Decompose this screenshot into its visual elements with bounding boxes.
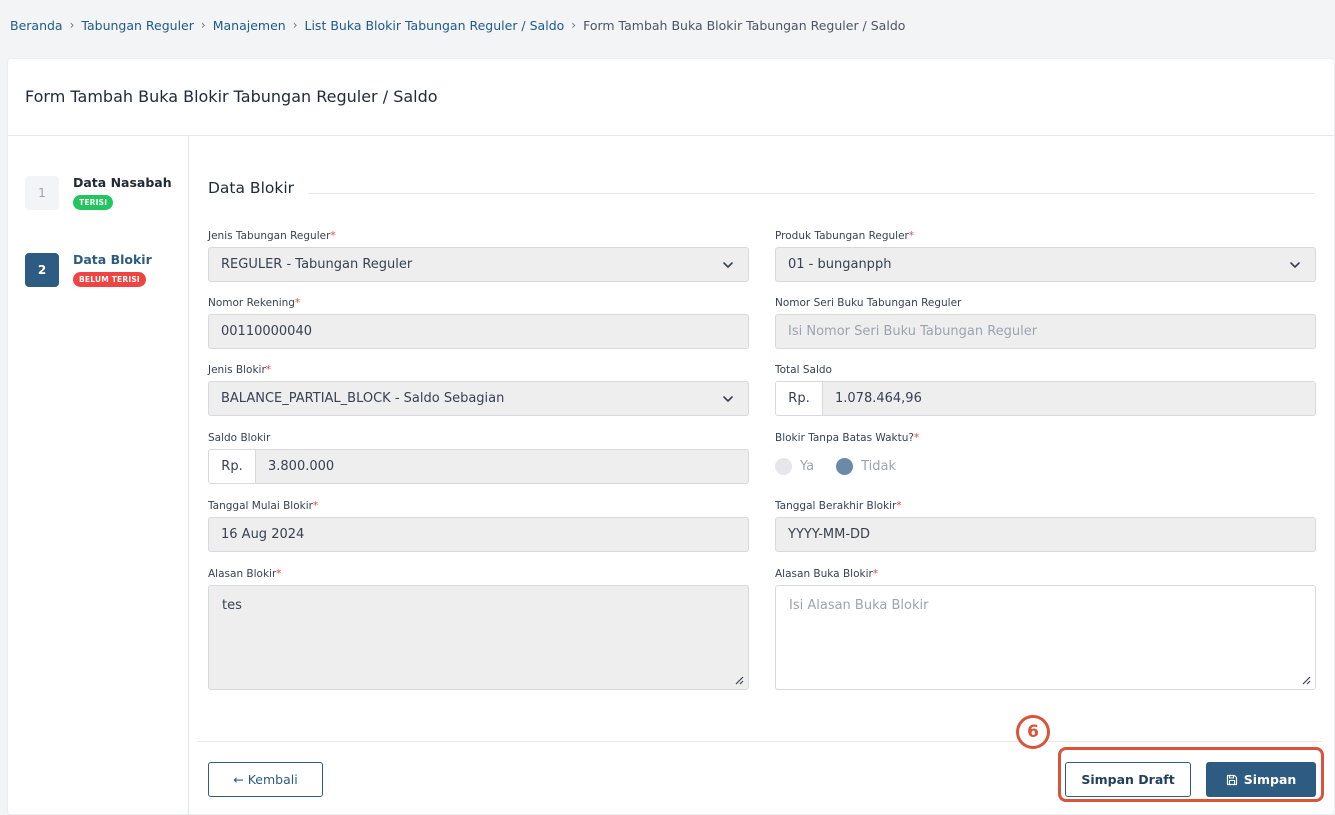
card-divider [8, 135, 1334, 136]
input-value: 16 Aug 2024 [221, 527, 305, 542]
input-value: 1.078.464,96 [823, 382, 1315, 415]
radio-indicator [775, 458, 792, 475]
annotation-number: 6 [1016, 715, 1050, 749]
alasan-blokir-textarea[interactable]: tes [208, 585, 749, 690]
status-badge-terisi: TERISI [73, 195, 114, 210]
field-label: Alasan Blokir* [208, 568, 282, 580]
nomor-seri-field: Nomor Seri Buku Tabungan Reguler Isi Nom… [775, 297, 1316, 349]
step-data-nasabah[interactable]: 1 Data Nasabah TERISI [25, 175, 172, 210]
step-data-blokir[interactable]: 2 Data Blokir BELUM TERISI [25, 252, 152, 287]
tanggal-berakhir-input[interactable]: YYYY-MM-DD [775, 517, 1316, 552]
breadcrumb-manajemen[interactable]: Manajemen [213, 18, 286, 33]
breadcrumb-separator: › [200, 18, 206, 32]
textarea-value: tes [222, 598, 242, 613]
footer-divider [197, 741, 1322, 742]
breadcrumb-separator: › [69, 18, 75, 32]
breadcrumb-tabungan-reguler[interactable]: Tabungan Reguler [81, 18, 193, 33]
step-label: Data Nasabah [73, 175, 172, 190]
status-badge-belum-terisi: BELUM TERISI [73, 272, 146, 287]
alasan-blokir-field: Alasan Blokir* tes [208, 568, 749, 690]
field-label: Tanggal Mulai Blokir* [208, 500, 319, 512]
field-label: Jenis Blokir* [208, 364, 272, 376]
back-button[interactable]: ← Kembali [208, 762, 323, 797]
field-label: Alasan Buka Blokir* [775, 568, 879, 580]
field-label: Nomor Seri Buku Tabungan Reguler [775, 297, 962, 309]
produk-tabungan-field: Produk Tabungan Reguler* 01 - bunganpph [775, 230, 1316, 282]
select-value: REGULER - Tabungan Reguler [221, 257, 413, 272]
blokir-tanpa-batas-field: Blokir Tanpa Batas Waktu?* Ya Tidak [775, 432, 1316, 475]
field-label: Blokir Tanpa Batas Waktu?* [775, 432, 920, 444]
step-label: Data Blokir [73, 252, 152, 267]
field-label: Nomor Rekening* [208, 297, 301, 309]
annotation-highlight-box [1058, 747, 1324, 802]
tanggal-berakhir-field: Tanggal Berakhir Blokir* YYYY-MM-DD [775, 500, 1316, 552]
currency-prefix: Rp. [209, 450, 256, 483]
step-number: 1 [25, 176, 59, 210]
breadcrumb: Beranda › Tabungan Reguler › Manajemen ›… [10, 16, 905, 34]
saldo-blokir-field: Saldo Blokir Rp. 3.800.000 [208, 432, 749, 484]
radio-ya[interactable]: Ya [775, 458, 814, 475]
select-value: 01 - bunganpph [788, 257, 892, 272]
textarea-placeholder: Isi Alasan Buka Blokir [789, 598, 929, 613]
page-title: Form Tambah Buka Blokir Tabungan Reguler… [25, 87, 438, 106]
input-value: 00110000040 [221, 324, 312, 339]
radio-group: Ya Tidak [775, 458, 1316, 475]
breadcrumb-separator: › [292, 18, 298, 32]
step-number: 2 [25, 253, 59, 287]
nomor-rekening-input[interactable]: 00110000040 [208, 314, 749, 349]
chevron-down-icon [723, 262, 733, 268]
alasan-buka-blokir-field: Alasan Buka Blokir* Isi Alasan Buka Blok… [775, 568, 1316, 690]
total-saldo-input[interactable]: Rp. 1.078.464,96 [775, 381, 1316, 416]
breadcrumb-beranda[interactable]: Beranda [10, 18, 63, 33]
jenis-blokir-field: Jenis Blokir* BALANCE_PARTIAL_BLOCK - Sa… [208, 364, 749, 416]
field-label: Total Saldo [775, 364, 832, 376]
field-label: Tanggal Berakhir Blokir* [775, 500, 902, 512]
tanggal-mulai-input[interactable]: 16 Aug 2024 [208, 517, 749, 552]
stepper: 1 Data Nasabah TERISI 2 Data Blokir BELU… [8, 136, 189, 815]
resize-handle-icon[interactable] [1301, 675, 1311, 685]
field-label: Saldo Blokir [208, 432, 271, 444]
produk-tabungan-select[interactable]: 01 - bunganpph [775, 247, 1316, 282]
radio-tidak[interactable]: Tidak [836, 458, 896, 475]
section-divider [208, 193, 1314, 194]
input-value: YYYY-MM-DD [788, 527, 871, 542]
nomor-rekening-field: Nomor Rekening* 00110000040 [208, 297, 749, 349]
chevron-down-icon [1290, 262, 1300, 268]
radio-indicator [836, 458, 854, 475]
jenis-blokir-select[interactable]: BALANCE_PARTIAL_BLOCK - Saldo Sebagian [208, 381, 749, 416]
select-value: BALANCE_PARTIAL_BLOCK - Saldo Sebagian [221, 391, 505, 406]
input-value: 3.800.000 [256, 450, 748, 483]
form-card: Form Tambah Buka Blokir Tabungan Reguler… [7, 58, 1335, 815]
tanggal-mulai-field: Tanggal Mulai Blokir* 16 Aug 2024 [208, 500, 749, 552]
resize-handle-icon[interactable] [734, 675, 744, 685]
chevron-down-icon [723, 396, 733, 402]
saldo-blokir-input[interactable]: Rp. 3.800.000 [208, 449, 749, 484]
breadcrumb-list-buka-blokir[interactable]: List Buka Blokir Tabungan Reguler / Sald… [305, 18, 565, 33]
section-title: Data Blokir [208, 179, 309, 197]
breadcrumb-separator: › [571, 18, 577, 32]
nomor-seri-input[interactable]: Isi Nomor Seri Buku Tabungan Reguler [775, 314, 1316, 349]
total-saldo-field: Total Saldo Rp. 1.078.464,96 [775, 364, 1316, 416]
field-label: Jenis Tabungan Reguler* [208, 230, 336, 242]
radio-label: Tidak [861, 459, 897, 474]
currency-prefix: Rp. [776, 382, 823, 415]
input-placeholder: Isi Nomor Seri Buku Tabungan Reguler [788, 324, 1038, 339]
jenis-tabungan-field: Jenis Tabungan Reguler* REGULER - Tabung… [208, 230, 749, 282]
radio-label: Ya [800, 459, 815, 474]
jenis-tabungan-select[interactable]: REGULER - Tabungan Reguler [208, 247, 749, 282]
alasan-buka-blokir-textarea[interactable]: Isi Alasan Buka Blokir [775, 585, 1316, 690]
breadcrumb-current: Form Tambah Buka Blokir Tabungan Reguler… [583, 17, 906, 33]
field-label: Produk Tabungan Reguler* [775, 230, 915, 242]
